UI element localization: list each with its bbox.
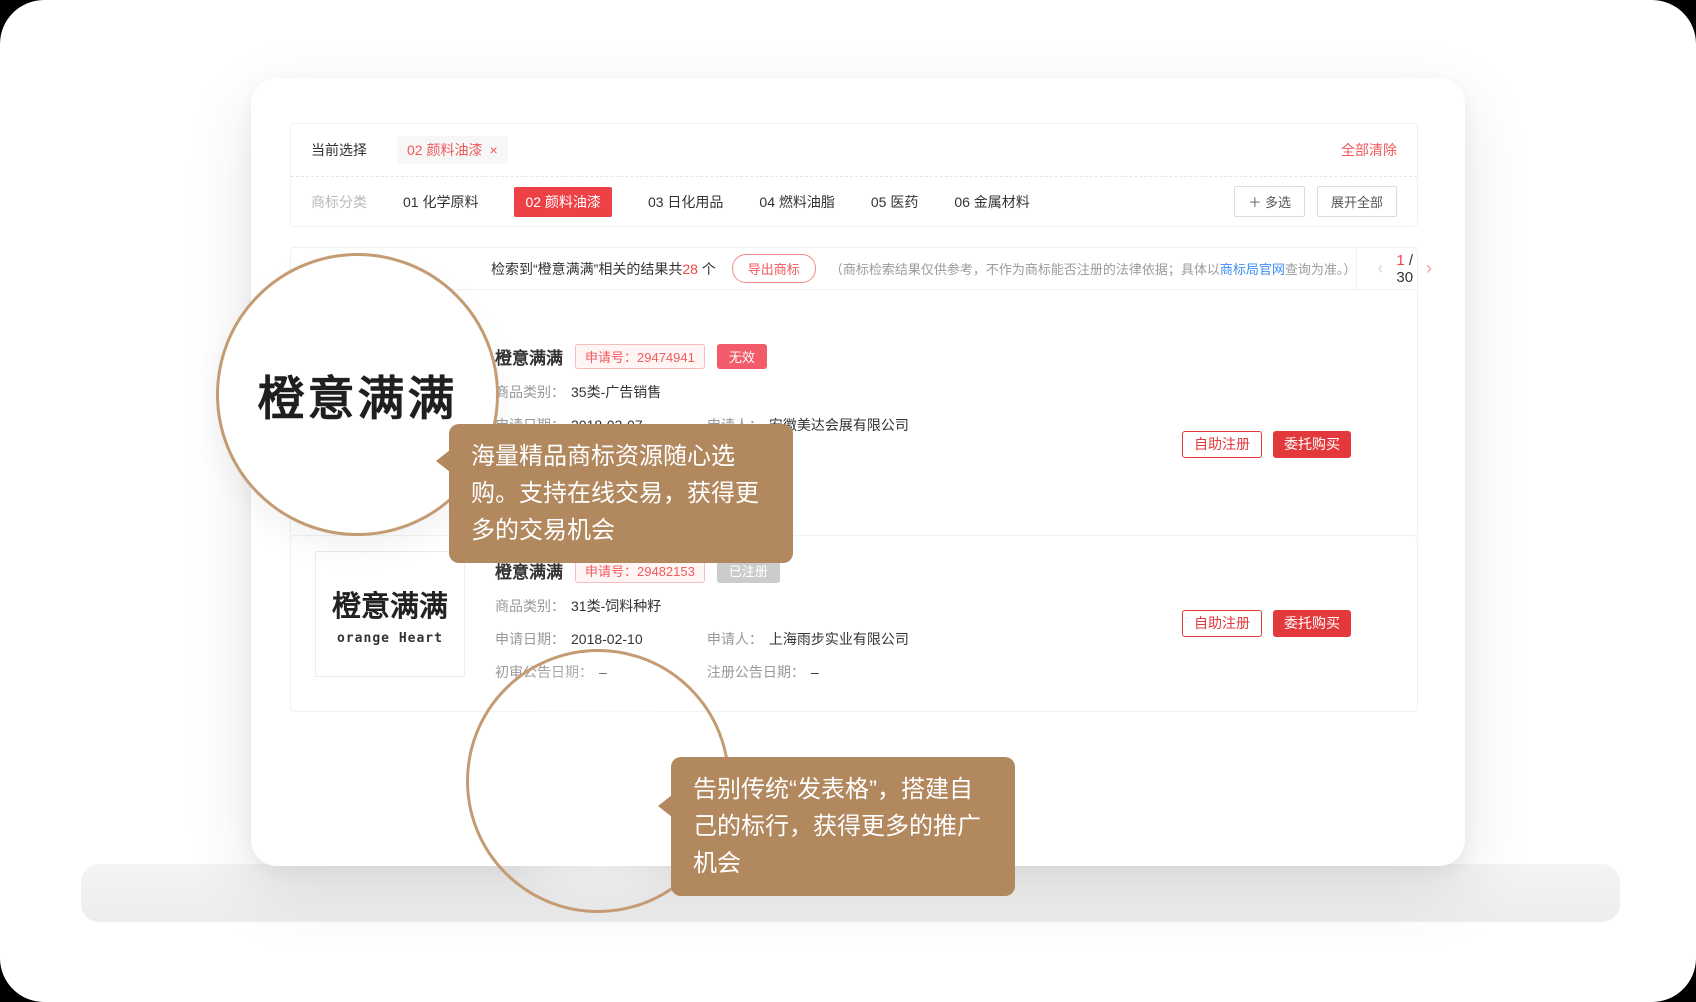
expand-all-button[interactable]: 展开全部 [1317,186,1397,217]
page-indicator: 1 / 30 [1396,252,1413,286]
tooltip-arrow-left-icon [658,795,672,817]
category-list: 01 化学原料 02 颜料油漆 03 日化用品 04 燃料油脂 05 医药 06… [403,187,1030,217]
prev-page-icon[interactable]: ‹ [1377,258,1383,279]
application-number-tag: 申请号：29474941 [575,344,705,369]
trademark-thumbnail-2: 橙意满满 orange Heart [315,551,465,677]
callout-tooltip-marketplace-text: 海量精品商标资源随心选购。支持在线交易，获得更多的交易机会 [471,443,759,544]
filter-card: 当前选择 02 颜料油漆 × 全部清除 商标分类 01 化学原料 02 颜料油漆… [290,123,1418,227]
trademark-office-link[interactable]: 商标局官网 [1220,262,1285,277]
thumbnail-2-subtext: orange Heart [337,631,443,646]
category-item-06[interactable]: 06 金属材料 [954,192,1029,212]
self-register-button[interactable]: 自助注册 [1182,610,1262,637]
results-header: 检索到“橙意满满”相关的结果共28 个 导出商标 （商标检索结果仅供参考，不作为… [291,248,1417,290]
trademark-name: 橙意满满 [495,344,563,369]
category-item-05[interactable]: 05 医药 [871,192,918,212]
clear-all-link[interactable]: 全部清除 [1341,140,1397,160]
current-selection-row: 当前选择 02 颜料油漆 × 全部清除 [291,124,1417,176]
next-page-icon[interactable]: › [1426,258,1432,279]
results-count-text: 检索到“橙意满满”相关的结果共28 个 [491,259,716,279]
category-item-04[interactable]: 04 燃料油脂 [759,192,834,212]
results-count-number: 28 [682,261,698,277]
entrust-purchase-button[interactable]: 委托购买 [1273,431,1351,458]
category-row-label: 商标分类 [311,192,367,212]
category-row: 商标分类 01 化学原料 02 颜料油漆 03 日化用品 04 燃料油脂 05 … [291,176,1417,226]
close-icon[interactable]: × [489,142,497,158]
results-count-suffix: 个 [698,261,716,277]
disclaimer-suffix: 查询为准。） [1285,262,1357,277]
status-badge-invalid: 无效 [717,344,767,369]
category-item-02-selected[interactable]: 02 颜料油漆 [514,187,611,217]
category-item-01[interactable]: 01 化学原料 [403,192,478,212]
callout-tooltip-marketplace: 海量精品商标资源随心选购。支持在线交易，获得更多的交易机会 [449,424,793,563]
magnified-trademark-text: 橙意满满 [258,360,458,429]
disclaimer-prefix: （商标检索结果仅供参考，不作为商标能否注册的法律依据；具体以 [830,262,1220,277]
entrust-purchase-button[interactable]: 委托购买 [1273,610,1351,637]
pagination: ‹ 1 / 30 › [1356,248,1446,289]
selected-filter-tag-label: 02 颜料油漆 [407,140,482,160]
results-count-prefix: 检索到“橙意满满”相关的结果共 [491,261,682,277]
self-register-button[interactable]: 自助注册 [1182,431,1262,458]
page-canvas: 当前选择 02 颜料油漆 × 全部清除 商标分类 01 化学原料 02 颜料油漆… [0,0,1696,1002]
selected-filter-tag[interactable]: 02 颜料油漆 × [397,136,508,164]
tooltip-arrow-left-icon [436,450,450,472]
results-disclaimer: （商标检索结果仅供参考，不作为商标能否注册的法律依据；具体以商标局官网查询为准。… [830,259,1357,278]
callout-tooltip-promotion-text: 告别传统“发表格”，搭建自己的标行，获得更多的推广机会 [693,776,981,877]
category-item-03[interactable]: 03 日化用品 [648,192,723,212]
callout-tooltip-promotion: 告别传统“发表格”，搭建自己的标行，获得更多的推广机会 [671,757,1015,896]
current-selection-label: 当前选择 [311,140,367,160]
current-page-number: 1 [1396,252,1404,269]
export-trademark-button[interactable]: 导出商标 [732,254,816,283]
thumbnail-2-text: 橙意满满 [332,583,448,625]
result-row-2-actions: 自助注册 委托购买 [1182,536,1351,711]
multi-select-button[interactable]: ＋ 多选 [1234,186,1305,217]
filter-extra-buttons: ＋ 多选 展开全部 [1234,186,1397,217]
